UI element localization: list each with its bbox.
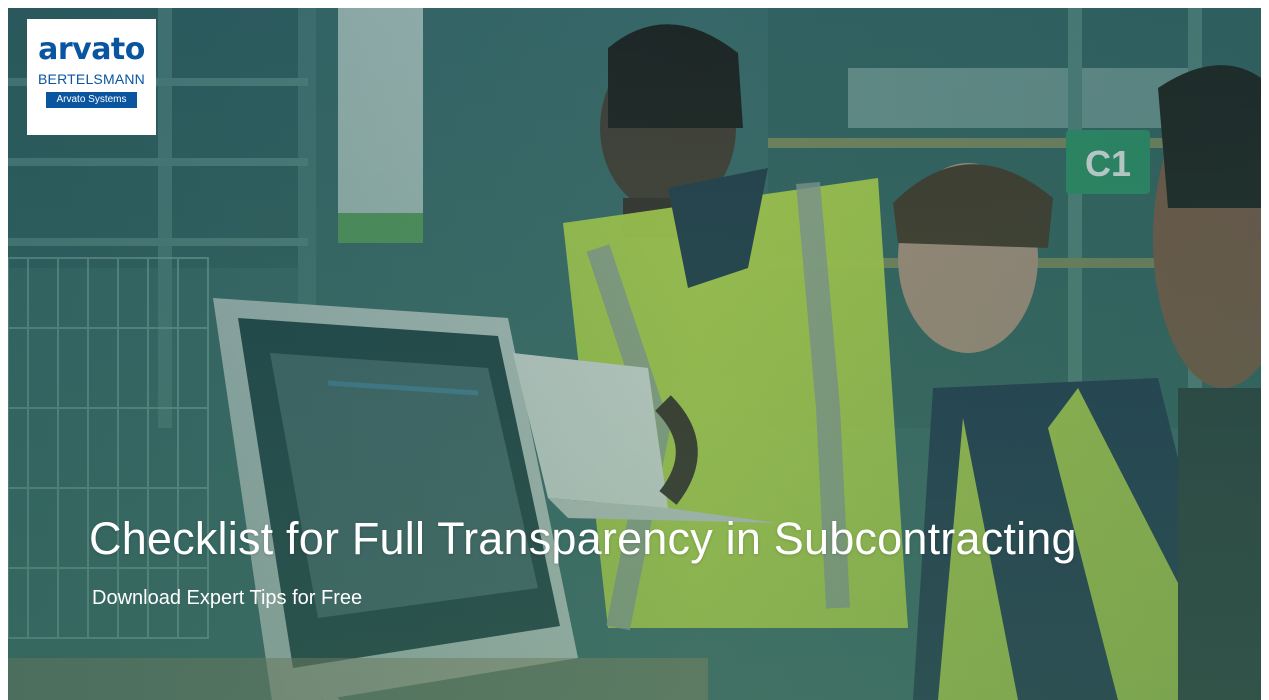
hero-subheadline: Download Expert Tips for Free [92,587,363,609]
logo-division: Arvato Systems [46,92,137,108]
shelf-sign-text: C1 [1085,143,1131,184]
logo-wordmark: arvato [38,32,145,67]
logo-parent-name: BERTELSMANN [38,71,145,87]
hero-headline: Checklist for Full Transparency in Subco… [89,513,1077,564]
arvato-logo[interactable]: arvato BERTELSMANN Arvato Systems [27,19,156,135]
